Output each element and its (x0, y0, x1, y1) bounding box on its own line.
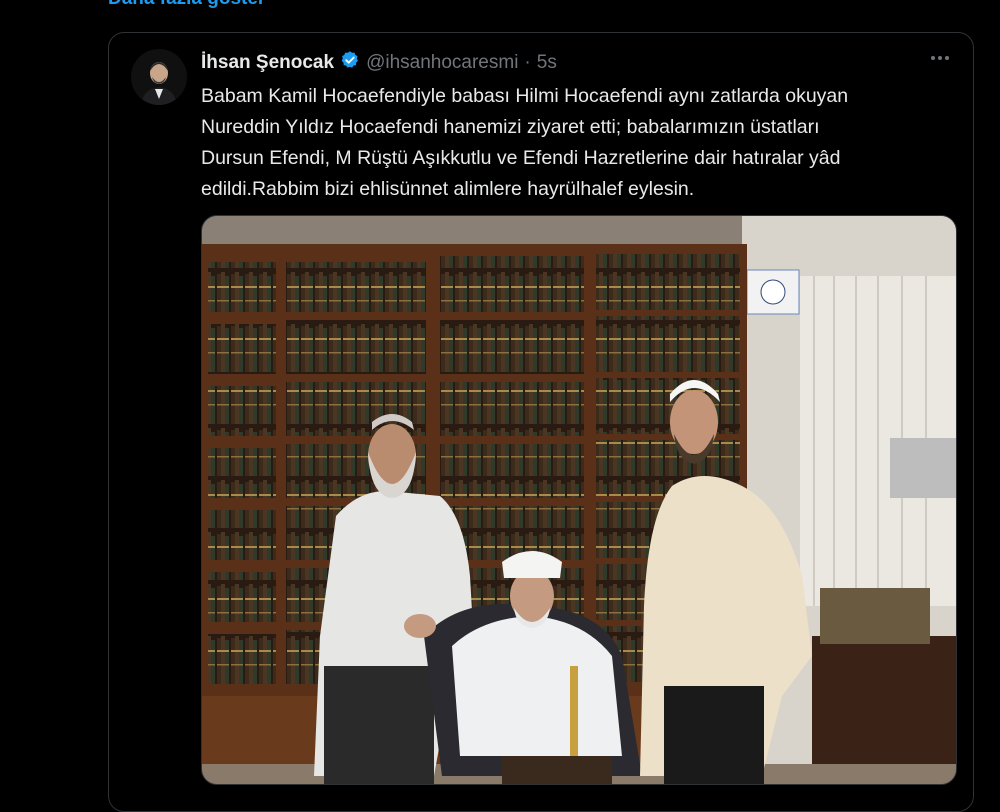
tweet-time[interactable]: 5s (537, 52, 557, 74)
separator-dot: · (524, 52, 531, 73)
avatar[interactable] (131, 49, 187, 105)
tweet-text-line: Dursun Efendi, M Rüştü Aşıkkutlu ve Efen… (201, 147, 841, 169)
more-horizontal-icon[interactable] (929, 47, 951, 75)
tweet-text: Babam Kamil Hocaefendiyle babası Hilmi H… (201, 81, 961, 205)
tweet-text-line: edildi.Rabbim bizi ehlisünnet alimlere h… (201, 178, 695, 200)
tweet-text-line: Nureddin Yıldız Hocaefendi hanemizi ziya… (201, 116, 820, 138)
tweet-text-line: Babam Kamil Hocaefendiyle babası Hilmi H… (201, 85, 849, 107)
quoted-tweet-card[interactable]: İhsan Şenocak @ihsanhocaresmi · 5s Babam… (108, 32, 974, 812)
verified-badge-icon (340, 50, 360, 76)
show-more-link[interactable]: Daha fazla göster (108, 0, 265, 10)
tweet-photo[interactable] (201, 215, 957, 785)
tweet-header: İhsan Şenocak @ihsanhocaresmi · 5s (201, 51, 557, 75)
author-name[interactable]: İhsan Şenocak (201, 52, 334, 74)
author-handle[interactable]: @ihsanhocaresmi (366, 52, 518, 74)
